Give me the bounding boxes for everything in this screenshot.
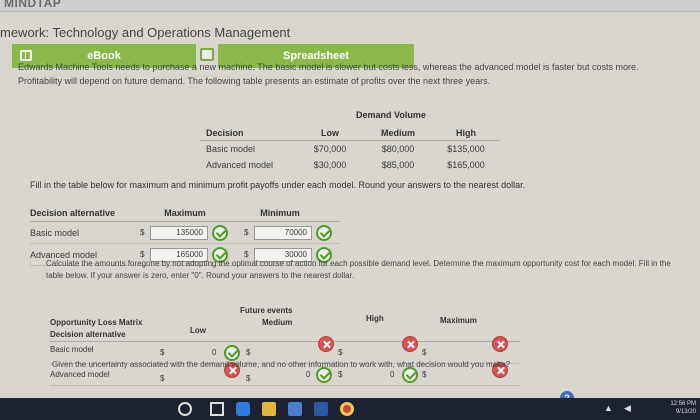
error-icon <box>318 336 334 352</box>
windows-taskbar: ▲ ◀ 12:56 PM 9/13/20 <box>0 398 700 420</box>
opp-table-title: Opportunity Loss Matrix <box>50 318 143 327</box>
check-icon <box>316 224 332 241</box>
intro-text: Edwards Machine Tools needs to purchase … <box>18 62 639 86</box>
calc-instruction: Calculate the amounts foregone by not ad… <box>46 259 671 280</box>
currency-label: $ <box>338 370 343 379</box>
check-icon <box>316 367 332 383</box>
currency-label: $ <box>160 374 165 383</box>
header-decision-alternative: Decision alternative <box>50 330 126 339</box>
row-label: Basic model <box>206 144 256 154</box>
currency-label: $ <box>422 348 427 357</box>
row-label: Basic model <box>30 227 80 238</box>
task-view-icon[interactable] <box>210 402 224 416</box>
high-input[interactable]: 0 <box>390 370 394 379</box>
payoff-table: Decision Low Medium High Basic model $70… <box>200 125 500 173</box>
clock[interactable]: 12:56 PM 9/13/20 <box>670 400 696 416</box>
clock-time: 12:56 PM <box>670 401 696 407</box>
future-events-header: Future events <box>240 306 293 315</box>
low-input[interactable]: 0 <box>212 348 216 357</box>
header-maximum: Maximum <box>440 316 477 325</box>
header-medium: Medium <box>262 318 293 327</box>
check-icon <box>402 367 418 383</box>
top-bar: MINDTAP <box>0 0 700 12</box>
volume-icon[interactable]: ◀ <box>624 403 631 414</box>
store-icon[interactable] <box>288 402 302 416</box>
network-icon[interactable]: ▲ <box>604 403 613 413</box>
header-low: Low <box>321 128 339 138</box>
currency-label: $ <box>160 348 165 357</box>
cell-medium: $85,000 <box>381 160 415 170</box>
error-icon <box>402 336 418 352</box>
header-low: Low <box>190 326 206 335</box>
maxmin-header-row: Decision alternative Maximum Minimum <box>30 208 340 222</box>
currency-label: $ <box>140 228 145 237</box>
uncertainty-question: Given the uncertainty associated with th… <box>52 360 511 369</box>
fill-instruction: Fill in the table below for maximum and … <box>30 180 526 190</box>
header-decision: Decision <box>206 128 244 138</box>
table-row: Basic model $ 135000 $ 70000 <box>30 222 340 244</box>
header-maximum: Maximum <box>164 208 206 218</box>
word-icon[interactable] <box>314 402 328 416</box>
demand-volume-header: Demand Volume <box>356 110 426 120</box>
table-row: Basic model $70,000 $80,000 $135,000 <box>200 141 500 157</box>
header-decision-alternative: Decision alternative <box>30 208 116 218</box>
currency-label: $ <box>422 370 427 379</box>
row-label: Advanced model <box>50 370 110 379</box>
row-label: Advanced model <box>206 160 274 170</box>
table-row: Advanced model $30,000 $85,000 $165,000 <box>200 157 500 173</box>
header-medium: Medium <box>380 128 415 138</box>
currency-label: $ <box>244 228 249 237</box>
search-icon[interactable] <box>178 402 192 416</box>
course-title: mework: Technology and Operations Manage… <box>0 25 291 40</box>
payoff-header-row: Decision Low Medium High <box>200 125 500 141</box>
currency-label: $ <box>338 348 343 357</box>
row-label: Basic model <box>50 345 94 354</box>
cell-low: $30,000 <box>313 160 347 170</box>
currency-label: $ <box>246 374 251 383</box>
cell-high: $135,000 <box>447 144 485 154</box>
clock-date: 9/13/20 <box>675 409 696 415</box>
chrome-icon[interactable] <box>340 402 354 416</box>
check-icon <box>224 345 240 361</box>
brand-logo: MINDTAP <box>4 0 62 10</box>
max-input[interactable]: 135000 <box>150 225 208 240</box>
header-high: High <box>366 314 384 323</box>
error-icon <box>492 336 508 352</box>
check-icon <box>212 224 228 241</box>
medium-input[interactable]: 0 <box>306 370 310 379</box>
cell-medium: $80,000 <box>381 144 415 154</box>
currency-label: $ <box>246 348 251 357</box>
min-input[interactable]: 70000 <box>254 225 312 240</box>
cell-low: $70,000 <box>313 144 347 154</box>
header-minimum: Minimum <box>260 208 300 218</box>
file-explorer-icon[interactable] <box>262 402 276 416</box>
header-high: High <box>456 128 476 138</box>
cell-high: $165,000 <box>447 160 485 170</box>
opportunity-loss-table: Future events Opportunity Loss Matrix Me… <box>50 306 520 386</box>
edge-icon[interactable] <box>236 402 250 416</box>
